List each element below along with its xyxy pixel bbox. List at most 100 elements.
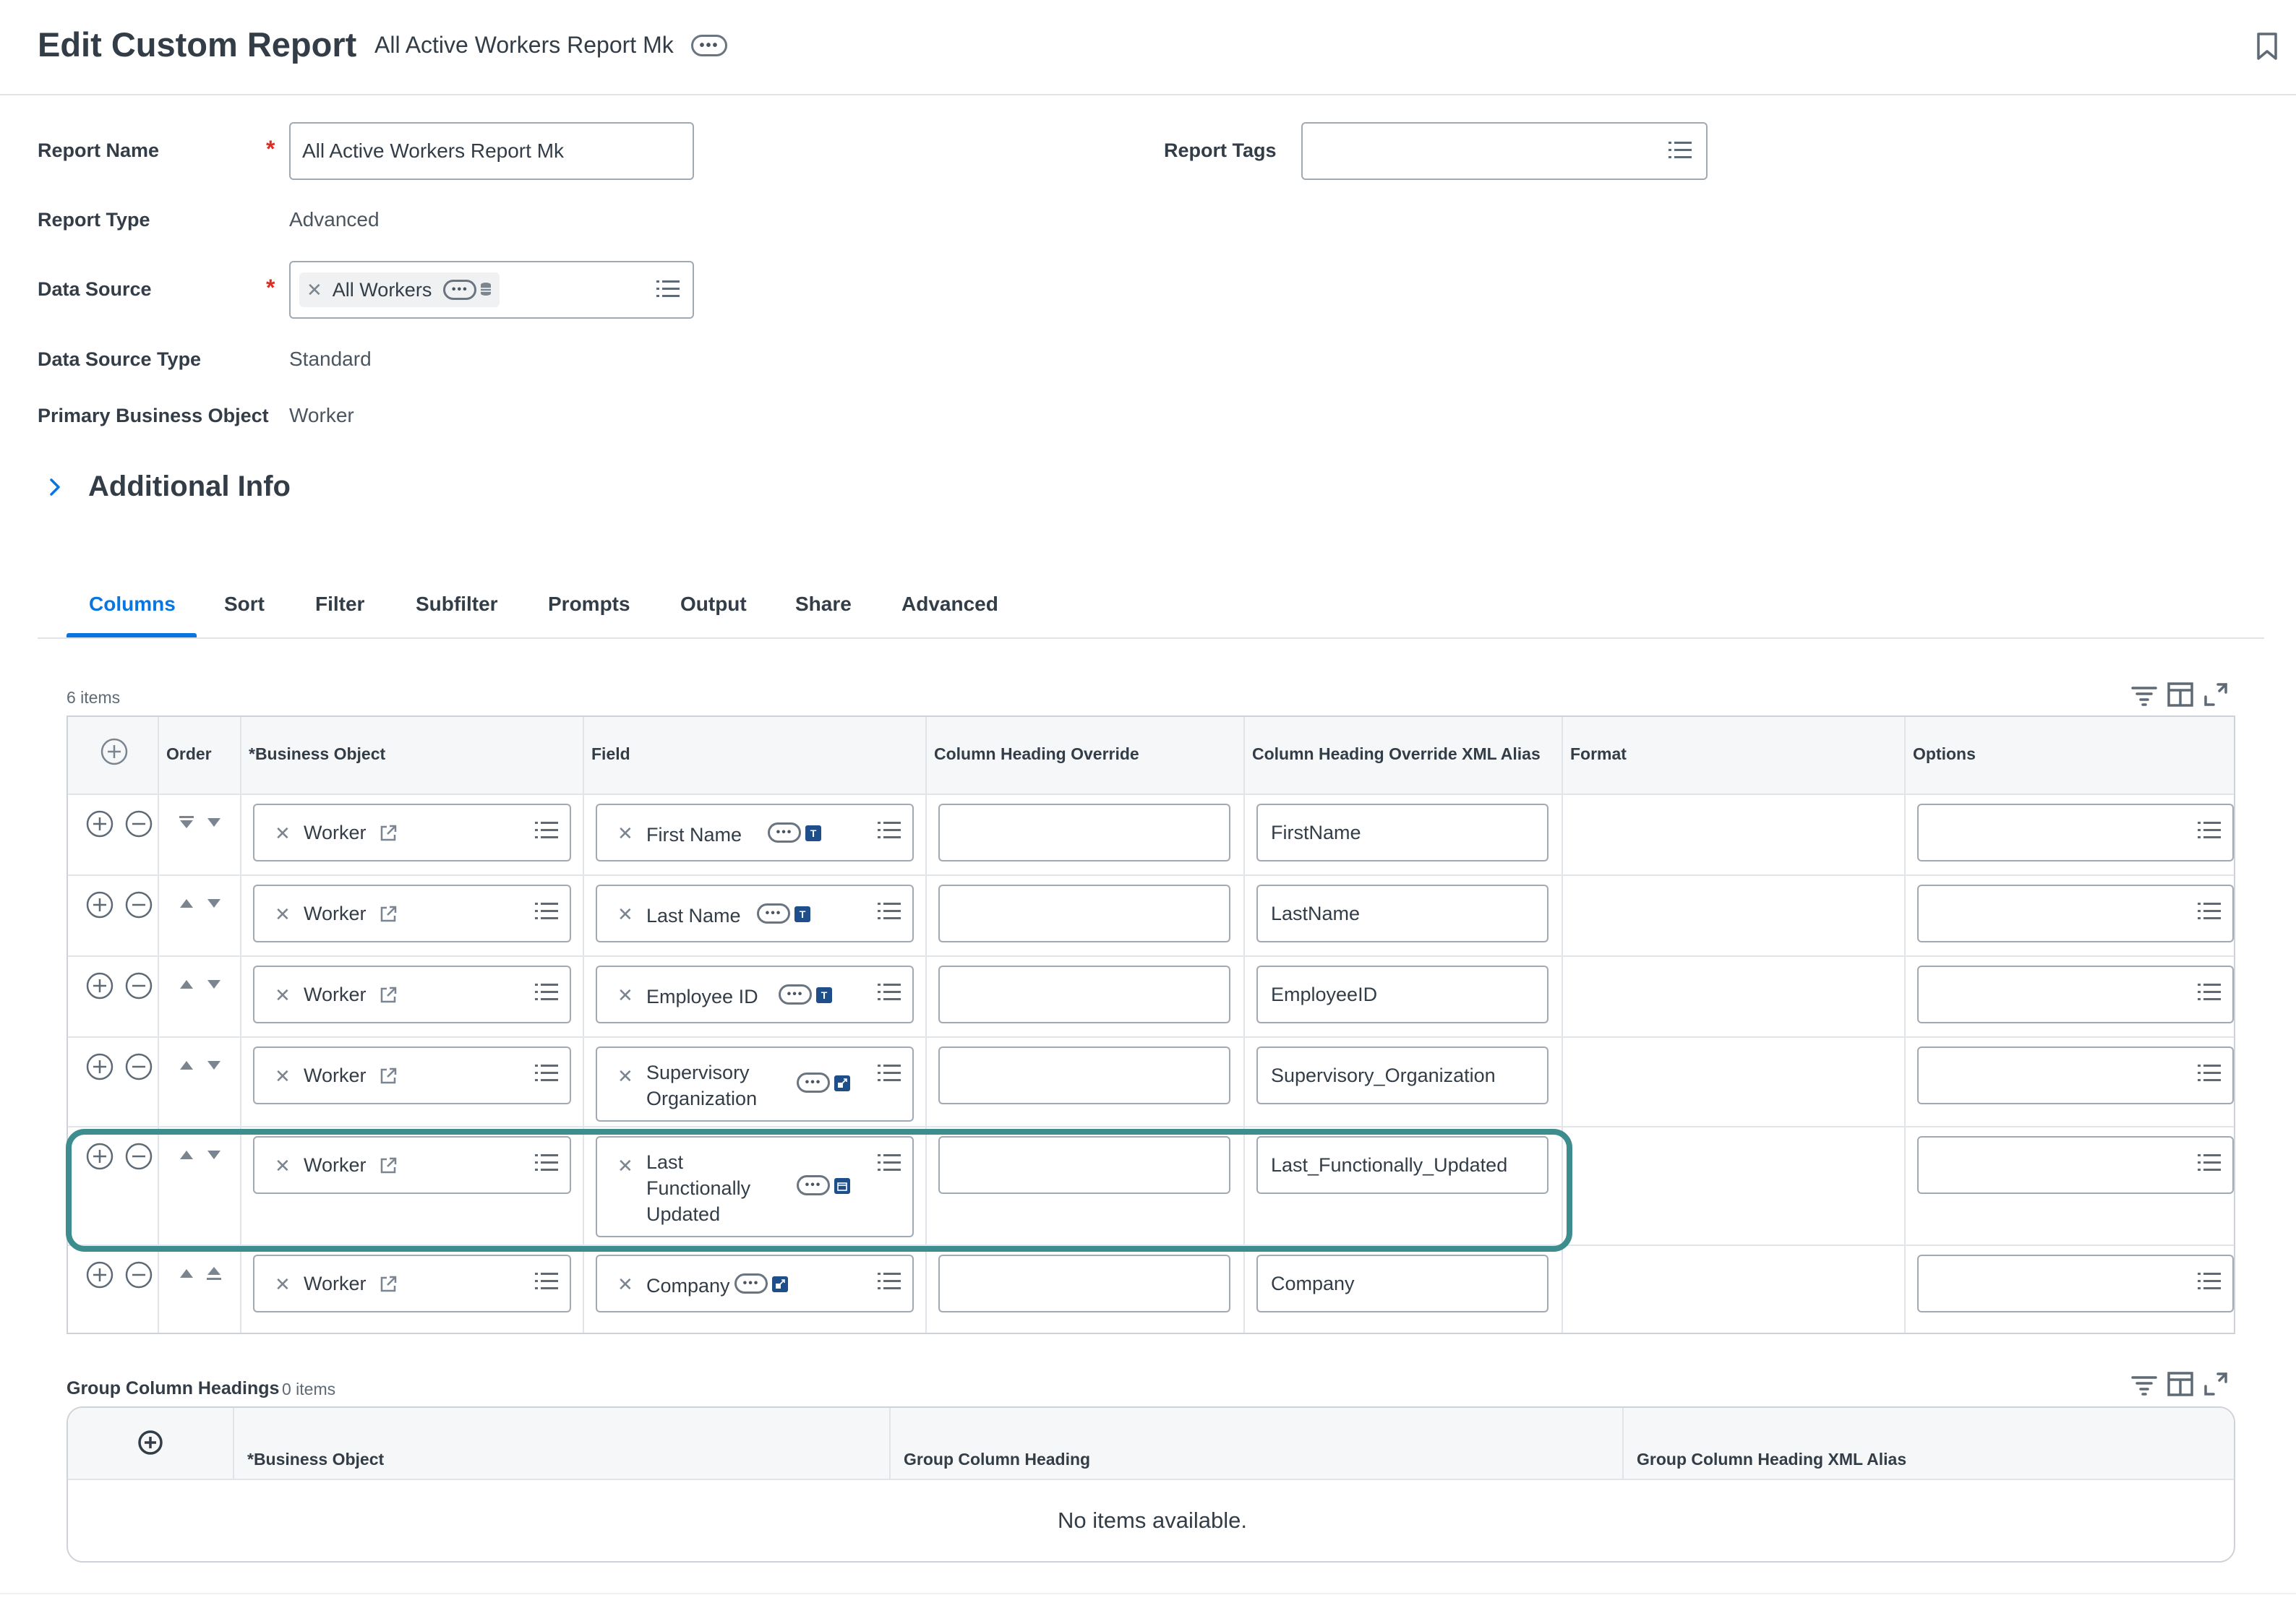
add-circle-icon[interactable] bbox=[85, 1052, 114, 1085]
related-actions-button[interactable]: ••• bbox=[757, 903, 790, 924]
column-heading-override-input[interactable] bbox=[938, 885, 1230, 942]
list-icon[interactable] bbox=[535, 821, 558, 843]
field-input[interactable]: ✕ First Name ••• T bbox=[596, 804, 914, 861]
xml-alias-input[interactable]: LastName bbox=[1256, 885, 1548, 942]
related-actions-button[interactable]: ••• bbox=[779, 984, 812, 1005]
field-input[interactable]: ✕ Employee ID ••• T bbox=[596, 966, 914, 1023]
column-heading-override-input[interactable] bbox=[938, 966, 1230, 1023]
move-up-icon[interactable] bbox=[178, 1265, 195, 1286]
chevron-right-icon[interactable] bbox=[48, 477, 62, 501]
remove-circle-icon[interactable] bbox=[124, 809, 153, 842]
external-link-icon[interactable] bbox=[379, 824, 398, 846]
external-link-icon[interactable] bbox=[379, 905, 398, 927]
additional-info-toggle[interactable]: Additional Info bbox=[88, 470, 291, 503]
related-actions-button[interactable]: ••• bbox=[797, 1073, 830, 1093]
move-to-top-icon[interactable] bbox=[178, 814, 195, 835]
remove-x-icon[interactable]: ✕ bbox=[275, 1273, 291, 1296]
remove-x-icon[interactable]: ✕ bbox=[275, 903, 291, 926]
external-link-icon[interactable] bbox=[379, 986, 398, 1008]
column-chooser-icon[interactable] bbox=[2167, 1372, 2193, 1400]
add-circle-icon[interactable] bbox=[137, 1430, 163, 1459]
remove-x-icon[interactable]: ✕ bbox=[275, 1065, 291, 1088]
add-circle-icon[interactable] bbox=[100, 737, 129, 770]
remove-circle-icon[interactable] bbox=[124, 1260, 153, 1293]
list-icon[interactable] bbox=[535, 983, 558, 1005]
report-tags-input[interactable] bbox=[1301, 122, 1708, 180]
options-input[interactable] bbox=[1917, 1136, 2234, 1194]
move-up-icon[interactable] bbox=[178, 895, 195, 916]
list-icon[interactable] bbox=[878, 902, 901, 924]
tab-sort[interactable]: Sort bbox=[224, 593, 265, 616]
add-circle-icon[interactable] bbox=[85, 971, 114, 1004]
remove-x-icon[interactable]: ✕ bbox=[617, 984, 633, 1007]
list-icon[interactable] bbox=[2198, 1272, 2221, 1294]
move-down-icon[interactable] bbox=[205, 895, 223, 916]
column-heading-override-input[interactable] bbox=[938, 804, 1230, 861]
list-icon[interactable] bbox=[1669, 141, 1692, 165]
filter-icon[interactable] bbox=[2131, 684, 2157, 710]
xml-alias-input[interactable]: EmployeeID bbox=[1256, 966, 1548, 1023]
tab-prompts[interactable]: Prompts bbox=[548, 593, 630, 616]
tab-output[interactable]: Output bbox=[680, 593, 747, 616]
move-up-icon[interactable] bbox=[178, 1057, 195, 1078]
list-icon[interactable] bbox=[2198, 902, 2221, 924]
move-to-bottom-icon[interactable] bbox=[205, 1265, 223, 1286]
xml-alias-input[interactable]: Supervisory_Organization bbox=[1256, 1046, 1548, 1104]
add-circle-icon[interactable] bbox=[85, 1260, 114, 1293]
remove-x-icon[interactable]: ✕ bbox=[307, 279, 322, 301]
options-input[interactable] bbox=[1917, 1046, 2234, 1104]
related-actions-button[interactable]: ••• bbox=[768, 822, 801, 843]
move-down-icon[interactable] bbox=[205, 814, 223, 835]
tab-share[interactable]: Share bbox=[795, 593, 852, 616]
remove-circle-icon[interactable] bbox=[124, 890, 153, 923]
list-icon[interactable] bbox=[535, 902, 558, 924]
bookmark-icon[interactable] bbox=[2256, 32, 2279, 64]
business-object-input[interactable]: ✕ Worker bbox=[253, 885, 571, 942]
fullscreen-icon[interactable] bbox=[2203, 1372, 2228, 1400]
list-icon[interactable] bbox=[2198, 983, 2221, 1005]
move-up-icon[interactable] bbox=[178, 976, 195, 997]
options-input[interactable] bbox=[1917, 804, 2234, 861]
list-icon[interactable] bbox=[535, 1064, 558, 1086]
field-input[interactable]: ✕ Company ••• bbox=[596, 1255, 914, 1312]
list-icon[interactable] bbox=[878, 821, 901, 843]
list-icon[interactable] bbox=[878, 983, 901, 1005]
remove-circle-icon[interactable] bbox=[124, 971, 153, 1004]
options-input[interactable] bbox=[1917, 885, 2234, 942]
external-link-icon[interactable] bbox=[379, 1067, 398, 1089]
list-icon[interactable] bbox=[656, 280, 680, 304]
fullscreen-icon[interactable] bbox=[2203, 682, 2228, 710]
business-object-input[interactable]: ✕ Worker bbox=[253, 1046, 571, 1104]
business-object-input[interactable]: ✕ Worker bbox=[253, 1255, 571, 1312]
remove-x-icon[interactable]: ✕ bbox=[617, 903, 633, 926]
filter-icon[interactable] bbox=[2131, 1373, 2157, 1400]
remove-circle-icon[interactable] bbox=[124, 1052, 153, 1085]
list-icon[interactable] bbox=[878, 1272, 901, 1294]
tab-filter[interactable]: Filter bbox=[315, 593, 364, 616]
remove-x-icon[interactable]: ✕ bbox=[275, 984, 291, 1007]
business-object-input[interactable]: ✕ Worker bbox=[253, 804, 571, 861]
remove-x-icon[interactable]: ✕ bbox=[617, 822, 633, 845]
tab-subfilter[interactable]: Subfilter bbox=[416, 593, 498, 616]
field-input[interactable]: ✕ Last Name ••• T bbox=[596, 885, 914, 942]
remove-x-icon[interactable]: ✕ bbox=[617, 1065, 633, 1088]
xml-alias-input[interactable]: Company bbox=[1256, 1255, 1548, 1312]
list-icon[interactable] bbox=[878, 1064, 901, 1086]
move-down-icon[interactable] bbox=[205, 1057, 223, 1078]
list-icon[interactable] bbox=[2198, 821, 2221, 843]
column-heading-override-input[interactable] bbox=[938, 1046, 1230, 1104]
list-icon[interactable] bbox=[2198, 1153, 2221, 1176]
data-source-input[interactable]: ✕ All Workers ••• bbox=[289, 261, 694, 319]
data-source-chip[interactable]: ✕ All Workers ••• bbox=[299, 272, 500, 307]
list-icon[interactable] bbox=[2198, 1064, 2221, 1086]
column-chooser-icon[interactable] bbox=[2167, 682, 2193, 710]
tab-advanced[interactable]: Advanced bbox=[901, 593, 998, 616]
business-object-input[interactable]: ✕ Worker bbox=[253, 966, 571, 1023]
add-circle-icon[interactable] bbox=[85, 890, 114, 923]
tab-columns[interactable]: Columns bbox=[89, 593, 176, 616]
options-input[interactable] bbox=[1917, 1255, 2234, 1312]
add-circle-icon[interactable] bbox=[85, 809, 114, 842]
external-link-icon[interactable] bbox=[379, 1275, 398, 1297]
remove-x-icon[interactable]: ✕ bbox=[275, 822, 291, 845]
options-input[interactable] bbox=[1917, 966, 2234, 1023]
